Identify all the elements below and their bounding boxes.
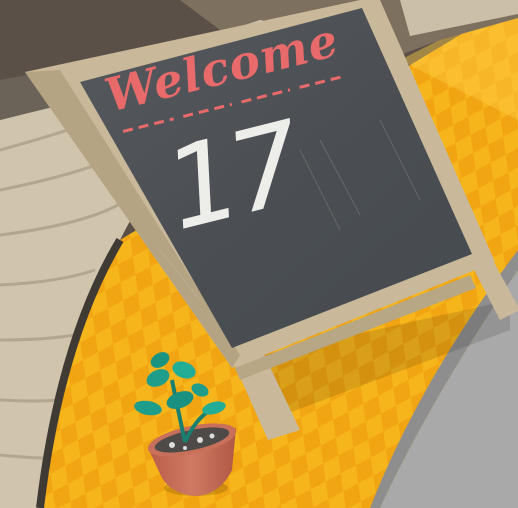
- scene-canvas: Welcome 17: [0, 0, 518, 508]
- game-scene: Welcome 17: [0, 0, 518, 508]
